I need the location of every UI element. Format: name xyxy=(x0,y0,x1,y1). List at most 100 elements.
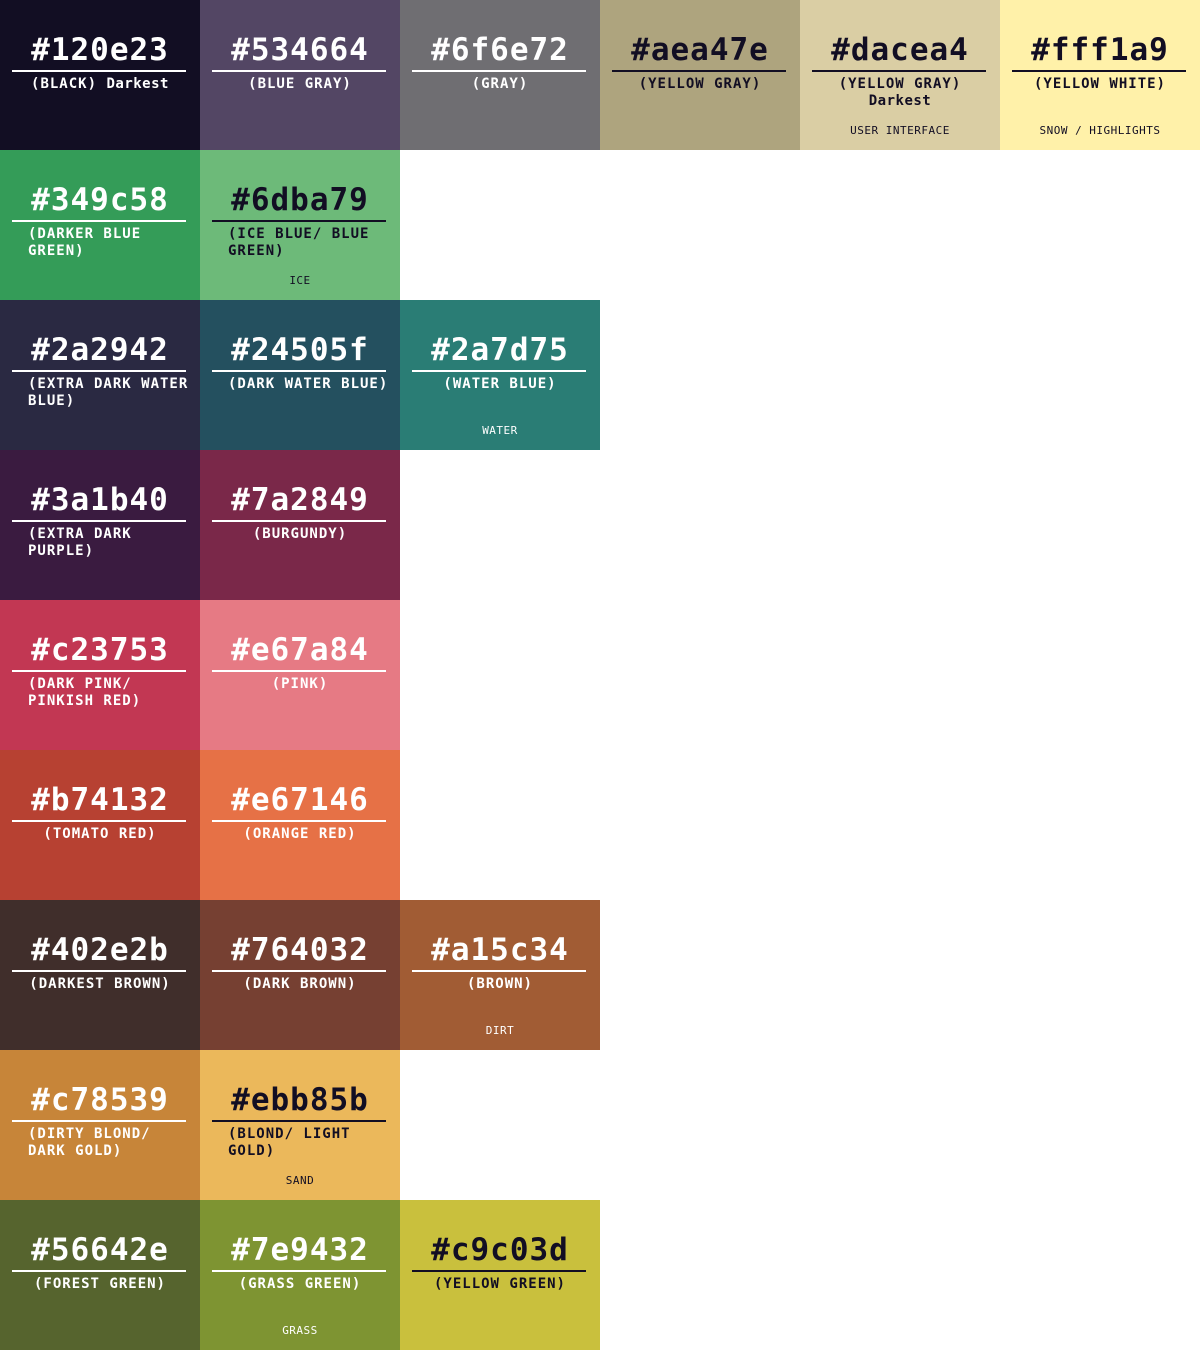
palette-row: #2a2942 (EXTRA DARK WATER BLUE) #24505f (DA… xyxy=(0,300,1200,450)
color-swatch: #2a2942 (EXTRA DARK WATER BLUE) xyxy=(0,300,200,450)
swatch-color-name-text: (GRASS GREEN) xyxy=(238,1276,362,1292)
swatch-color-name-text: (DARK PINK/ PINKISH RED) xyxy=(28,676,142,709)
swatch-underline xyxy=(12,70,186,72)
swatch-color-name-text: (DARKEST BROWN) xyxy=(29,976,171,992)
swatch-color-name: (EXTRA DARK WATER BLUE) xyxy=(8,376,192,410)
swatch-underline xyxy=(412,970,586,972)
swatch-color-name: (EXTRA DARK PURPLE) xyxy=(8,526,192,560)
swatch-underline xyxy=(12,820,186,822)
palette-row: #3a1b40 (EXTRA DARK PURPLE) #7a2849 (BURGUN… xyxy=(0,450,1200,600)
palette-row: #56642e (FOREST GREEN) #7e9432 (GRASS GREEN… xyxy=(0,1200,1200,1350)
swatch-color-name-text: (DIRTY BLOND/ DARK GOLD) xyxy=(28,1126,151,1159)
swatch-hex-code: #dacea4 xyxy=(831,32,969,68)
palette-row: #c23753 (DARK PINK/ PINKISH RED) #e67a84 (P… xyxy=(0,600,1200,750)
swatch-color-name: (BLUE GRAY) xyxy=(208,76,392,93)
swatch-color-name-text: (BURGUNDY) xyxy=(252,526,348,542)
color-swatch: #534664 (BLUE GRAY) xyxy=(200,0,400,150)
swatch-hex-code: #534664 xyxy=(231,32,369,68)
swatch-color-name-text: (GRAY) xyxy=(471,76,529,92)
swatch-color-name-text: (WATER BLUE) xyxy=(443,376,557,392)
swatch-color-name-text: (YELLOW WHITE) xyxy=(1033,76,1166,92)
swatch-color-name: (BLOND/ LIGHT GOLD) xyxy=(208,1126,392,1160)
swatch-hex-code: #402e2b xyxy=(31,932,169,968)
swatch-color-name: (GRAY) xyxy=(408,76,592,93)
swatch-hex-code: #2a2942 xyxy=(31,332,169,368)
color-swatch: #aea47e (YELLOW GRAY) xyxy=(600,0,800,150)
swatch-color-name: (BLACK) Darkest xyxy=(8,76,192,93)
swatch-usage-label: SAND xyxy=(285,1174,315,1187)
swatch-hex-code: #349c58 xyxy=(31,182,169,218)
swatch-color-name: (DIRTY BLOND/ DARK GOLD) xyxy=(8,1126,192,1160)
palette-row: #c78539 (DIRTY BLOND/ DARK GOLD) #ebb85b (B… xyxy=(0,1050,1200,1200)
color-swatch: #e67146 (ORANGE RED) xyxy=(200,750,400,900)
swatch-hex-code: #3a1b40 xyxy=(31,482,169,518)
swatch-underline xyxy=(12,670,186,672)
color-swatch: #dacea4 (YELLOW GRAY) Darkest USER INTERFAC… xyxy=(800,0,1000,150)
swatch-color-name: (WATER BLUE) xyxy=(408,376,592,393)
color-swatch: #402e2b (DARKEST BROWN) xyxy=(0,900,200,1050)
swatch-hex-code: #764032 xyxy=(231,932,369,968)
palette-row: #b74132 (TOMATO RED) #e67146 (ORANGE RED) xyxy=(0,750,1200,900)
color-palette: #120e23 (BLACK) Darkest #534664 (BLUE GRAY)… xyxy=(0,0,1200,1350)
swatch-underline xyxy=(212,1120,386,1122)
swatch-hex-code: #aea47e xyxy=(631,32,769,68)
swatch-underline xyxy=(12,520,186,522)
color-swatch: #7a2849 (BURGUNDY) xyxy=(200,450,400,600)
color-swatch: #120e23 (BLACK) Darkest xyxy=(0,0,200,150)
swatch-color-name-text: (ORANGE RED) xyxy=(243,826,357,842)
swatch-color-name: (GRASS GREEN) xyxy=(208,1276,392,1293)
swatch-usage-label: ICE xyxy=(289,274,311,287)
swatch-underline xyxy=(212,970,386,972)
swatch-underline xyxy=(612,70,786,72)
color-swatch: #fff1a9 (YELLOW WHITE) SNOW / HIGHLIGHTS xyxy=(1000,0,1200,150)
swatch-hex-code: #e67a84 xyxy=(231,632,369,668)
color-swatch: #b74132 (TOMATO RED) xyxy=(0,750,200,900)
swatch-color-name: (YELLOW WHITE) xyxy=(1008,76,1192,93)
swatch-color-name-text: (EXTRA DARK WATER BLUE) xyxy=(28,376,189,409)
swatch-usage-label: GRASS xyxy=(282,1324,318,1337)
swatch-color-name-text: (DARKER BLUE GREEN) xyxy=(28,226,142,259)
color-swatch: #a15c34 (BROWN) DIRT xyxy=(400,900,600,1050)
swatch-color-name: (YELLOW GREEN) xyxy=(408,1276,592,1293)
swatch-underline xyxy=(12,220,186,222)
swatch-hex-code: #e67146 xyxy=(231,782,369,818)
swatch-color-name: (BURGUNDY) xyxy=(208,526,392,543)
swatch-underline xyxy=(12,370,186,372)
color-swatch: #3a1b40 (EXTRA DARK PURPLE) xyxy=(0,450,200,600)
swatch-color-name: (BROWN) xyxy=(408,976,592,993)
swatch-underline xyxy=(412,70,586,72)
swatch-underline xyxy=(212,670,386,672)
swatch-hex-code: #c78539 xyxy=(31,1082,169,1118)
swatch-hex-code: #ebb85b xyxy=(231,1082,369,1118)
swatch-underline xyxy=(12,1120,186,1122)
swatch-hex-code: #7a2849 xyxy=(231,482,369,518)
color-swatch: #24505f (DARK WATER BLUE) xyxy=(200,300,400,450)
swatch-color-name: (ORANGE RED) xyxy=(208,826,392,843)
swatch-color-name-text: (BLUE GRAY) xyxy=(248,76,352,92)
swatch-color-name-text: (YELLOW GRAY) xyxy=(638,76,762,92)
swatch-underline xyxy=(212,1270,386,1272)
swatch-usage-label: USER INTERFACE xyxy=(850,124,950,137)
color-swatch: #349c58 (DARKER BLUE GREEN) xyxy=(0,150,200,300)
palette-row: #402e2b (DARKEST BROWN) #764032 (DARK BROWN… xyxy=(0,900,1200,1050)
swatch-color-name-text: (YELLOW GRAY) xyxy=(838,76,962,92)
swatch-underline xyxy=(812,70,986,72)
swatch-hex-code: #c9c03d xyxy=(431,1232,569,1268)
color-swatch: #c78539 (DIRTY BLOND/ DARK GOLD) xyxy=(0,1050,200,1200)
swatch-hex-code: #a15c34 xyxy=(431,932,569,968)
swatch-underline xyxy=(212,220,386,222)
swatch-underline xyxy=(212,520,386,522)
swatch-hex-code: #fff1a9 xyxy=(1031,32,1169,68)
swatch-color-name-text: (DARK BROWN) xyxy=(243,976,357,992)
swatch-underline xyxy=(1012,70,1186,72)
palette-row: #349c58 (DARKER BLUE GREEN) #6dba79 (ICE BL… xyxy=(0,150,1200,300)
swatch-color-name: (DARK WATER BLUE) xyxy=(208,376,392,393)
color-swatch: #6f6e72 (GRAY) xyxy=(400,0,600,150)
swatch-color-name-text: (BROWN) xyxy=(466,976,533,992)
swatch-usage-label: SNOW / HIGHLIGHTS xyxy=(1039,124,1161,137)
swatch-hex-code: #120e23 xyxy=(31,32,169,68)
swatch-hex-code: #b74132 xyxy=(31,782,169,818)
swatch-color-name-text: (DARK WATER BLUE) xyxy=(228,376,389,392)
swatch-color-name: (DARKEST BROWN) xyxy=(8,976,192,993)
swatch-underline xyxy=(412,370,586,372)
